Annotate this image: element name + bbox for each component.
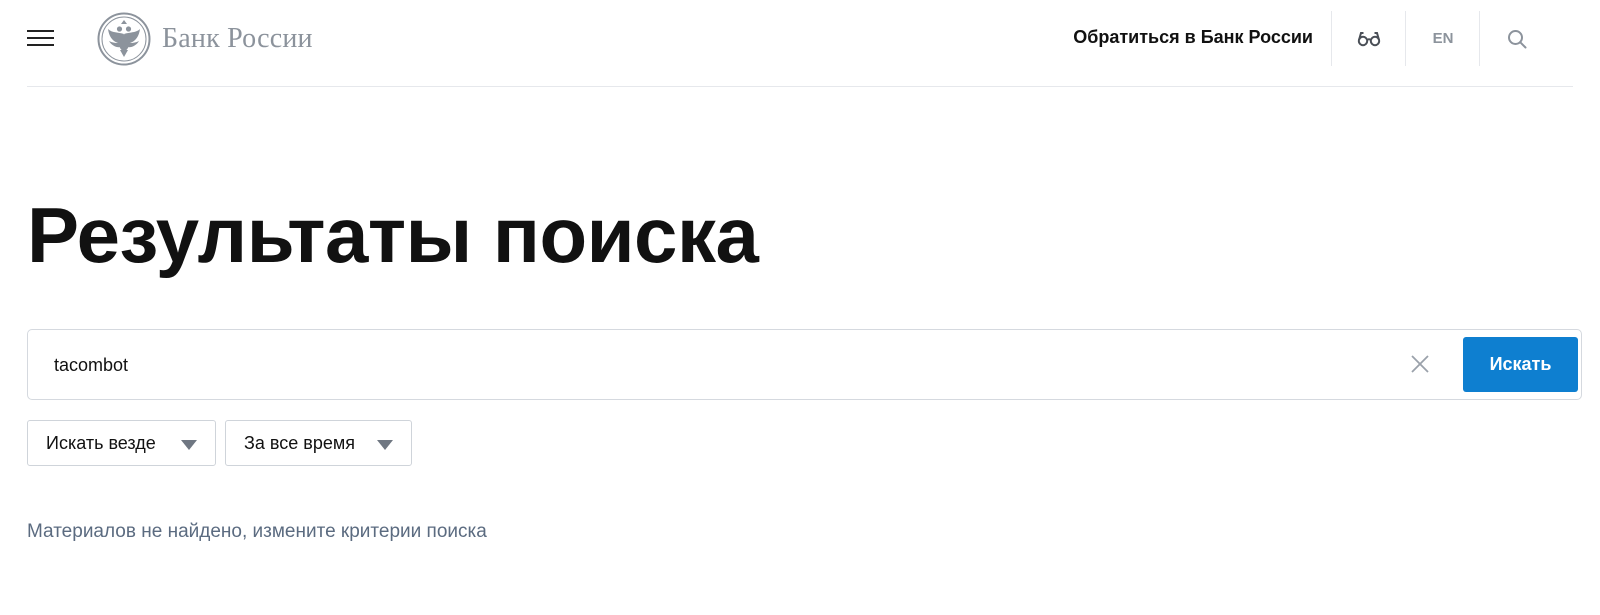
filter-scope-dropdown[interactable]: Искать везде (27, 420, 216, 466)
logo-text: Банк России (162, 23, 313, 54)
page: Банк России Обратиться в Банк России EN (0, 0, 1600, 615)
site-header: Банк России Обратиться в Банк России EN (27, 0, 1573, 87)
search-toggle-button[interactable] (1481, 11, 1553, 66)
search-box: Искать (27, 329, 1582, 400)
language-label: EN (1432, 30, 1454, 47)
accessibility-button[interactable] (1333, 11, 1405, 66)
search-button[interactable]: Искать (1463, 337, 1578, 392)
header-divider (1331, 11, 1332, 66)
search-input[interactable] (54, 344, 1384, 386)
header-divider (1405, 11, 1406, 66)
double-headed-eagle-icon (97, 12, 151, 66)
burger-menu-icon[interactable] (27, 27, 54, 49)
no-results-message: Материалов не найдено, измените критерии… (27, 521, 487, 542)
filter-period-dropdown[interactable]: За все время (225, 420, 412, 466)
close-icon[interactable] (1408, 352, 1432, 376)
site-logo[interactable]: Банк России (97, 12, 313, 66)
header-divider (1479, 11, 1480, 66)
caret-down-icon (377, 440, 393, 450)
page-title: Результаты поиска (27, 191, 759, 279)
contact-bank-link[interactable]: Обратиться в Банк России (1073, 27, 1313, 48)
filter-period-label: За все время (244, 432, 355, 453)
glasses-icon (1357, 31, 1381, 46)
search-icon (1508, 29, 1527, 48)
language-switch[interactable]: EN (1407, 11, 1479, 66)
caret-down-icon (181, 440, 197, 450)
filter-scope-label: Искать везде (46, 432, 156, 453)
